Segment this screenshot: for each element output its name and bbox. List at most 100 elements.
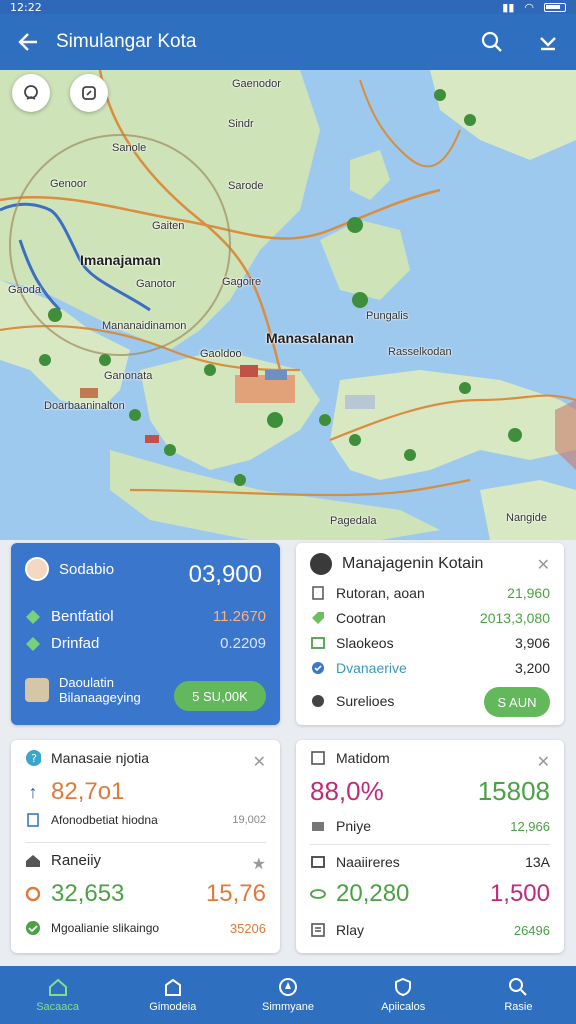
folder-icon <box>310 818 326 834</box>
population-action-button[interactable]: 5 SU,00K <box>174 681 266 711</box>
footer-value: 35206 <box>229 920 266 936</box>
nav-item-home[interactable]: Sacaaca <box>0 966 115 1024</box>
pin-icon <box>25 886 41 902</box>
stats-card-right[interactable]: Matidom ✕ 88,0% 15808 Pniye 12,966 Naaii… <box>296 740 564 953</box>
close-icon[interactable]: ✕ <box>253 752 266 771</box>
row-value: 2013,3,080 <box>479 610 550 626</box>
map-label: Ganonata <box>104 370 153 382</box>
nav-item-shield[interactable]: Apiicalos <box>346 966 461 1024</box>
check-icon <box>310 660 326 676</box>
nav-label: Simmyane <box>262 1001 314 1013</box>
map-label: Genoor <box>50 178 87 190</box>
row-label: Rutoran, aoan <box>336 585 425 601</box>
nav-item-search[interactable]: Rasie <box>461 966 576 1024</box>
list-icon <box>310 922 326 938</box>
city-icon <box>164 978 181 996</box>
map-label: Sanole <box>112 142 147 154</box>
row-value: 19,002 <box>232 814 266 826</box>
avatar <box>310 553 332 575</box>
footer-label: Rlay <box>336 922 365 938</box>
map-label: Gaoda <box>8 284 42 296</box>
bottom-nav: Sacaaca Gimodeia Simmyane Apiicalos Rasi… <box>0 966 576 1024</box>
avatar <box>25 557 49 581</box>
chart-icon <box>310 750 326 766</box>
close-icon[interactable]: ✕ <box>537 752 550 771</box>
document-icon <box>310 585 326 601</box>
clock-icon <box>310 693 326 709</box>
big-value: 82,7o1 <box>51 778 125 805</box>
map-label: Sindr <box>228 118 254 130</box>
value-b: 1,500 <box>489 880 550 907</box>
document-icon <box>25 812 41 828</box>
row-value: 13A <box>525 854 550 870</box>
row-label: Naaiireres <box>336 854 400 870</box>
search-icon[interactable] <box>464 14 520 70</box>
row-value: 11.2670 <box>212 608 266 625</box>
arrow-up-icon: ↑ <box>28 781 38 802</box>
row-label: Drinfad <box>51 635 100 652</box>
population-card[interactable]: Sodabio 03,900 Bentfatiol 11.2670 Drinfa… <box>11 543 280 725</box>
management-card[interactable]: Manajagenin Kotain ✕ Rutoran, aoan 21,96… <box>296 543 564 725</box>
help-icon: ? <box>25 750 41 766</box>
map-label: Ganotor <box>136 278 176 290</box>
compass-icon <box>279 978 297 996</box>
percent-value: 88,0% <box>310 776 384 806</box>
row-label: Slaokeos <box>336 635 394 651</box>
page-title: Simulangar Kota <box>56 31 197 52</box>
big-value: 15808 <box>477 776 550 806</box>
location-icon[interactable] <box>70 74 108 112</box>
row-label: Bentfatiol <box>51 608 114 625</box>
signal-icon: ▮▮ <box>502 0 515 14</box>
shield-icon <box>395 977 412 997</box>
check-icon <box>25 920 41 936</box>
management-action-button[interactable]: S AUN <box>484 687 550 717</box>
tag-icon <box>310 610 326 626</box>
close-icon[interactable]: ✕ <box>537 555 550 574</box>
map-label: Manasalanan <box>266 330 354 346</box>
home-icon <box>25 853 41 869</box>
diamond-icon <box>25 609 41 625</box>
row-value: 12,966 <box>510 818 550 834</box>
row-value: 21,960 <box>507 585 550 601</box>
row-label: Pniye <box>336 818 372 834</box>
nav-label: Rasie <box>504 1001 533 1013</box>
building-icon <box>25 678 49 702</box>
card-title: Matidom <box>336 750 390 766</box>
map-label: Gaoldoo <box>200 348 242 360</box>
nav-label: Sacaaca <box>36 1001 79 1013</box>
row-value: 3,200 <box>514 660 550 676</box>
map-label: Imanajaman <box>80 252 161 268</box>
app-bar: Simulangar Kota <box>0 14 576 70</box>
link-icon <box>310 886 326 902</box>
status-icons: ▮▮ ◠ <box>502 1 566 14</box>
grid-icon <box>310 635 326 651</box>
nav-item-city[interactable]: Gimodeia <box>115 966 230 1024</box>
map-label: Sarode <box>228 180 264 192</box>
map-label: Pungalis <box>366 310 409 322</box>
nav-label: Apiicalos <box>381 1001 426 1013</box>
arrow-left-icon[interactable] <box>0 14 56 70</box>
row-value: 3,906 <box>514 635 550 651</box>
layers-icon[interactable] <box>12 74 50 112</box>
tv-icon <box>310 854 326 870</box>
row-label: Cootran <box>336 610 386 626</box>
section-title: Raneiiy <box>51 852 102 869</box>
map-canvas <box>0 70 576 540</box>
battery-icon <box>544 2 566 12</box>
nav-item-compass[interactable]: Simmyane <box>230 966 345 1024</box>
map-label: Pagedala <box>330 515 377 527</box>
stats-card-left[interactable]: ? Manasaie njotia ✕ ↑ 82,7o1 Afonodbetia… <box>11 740 280 953</box>
row-label: Afonodbetiat hiodna <box>51 813 158 827</box>
map-label: Rasselkodan <box>388 346 452 358</box>
diamond-icon <box>25 636 41 652</box>
value-a: 20,280 <box>336 880 410 907</box>
city-map[interactable]: Gaenodor Sindr Sanole Sarode Genoor Gait… <box>0 70 576 540</box>
star-icon[interactable]: ★ <box>252 854 266 873</box>
population-value: 03,900 <box>188 561 262 588</box>
map-label: Gagoire <box>222 276 262 288</box>
value-a: 32,653 <box>51 880 125 907</box>
wifi-icon: ◠ <box>524 0 534 14</box>
status-time: 12:22 <box>10 0 42 14</box>
value-b: 15,76 <box>205 880 266 907</box>
chevron-down-icon[interactable] <box>520 14 576 70</box>
